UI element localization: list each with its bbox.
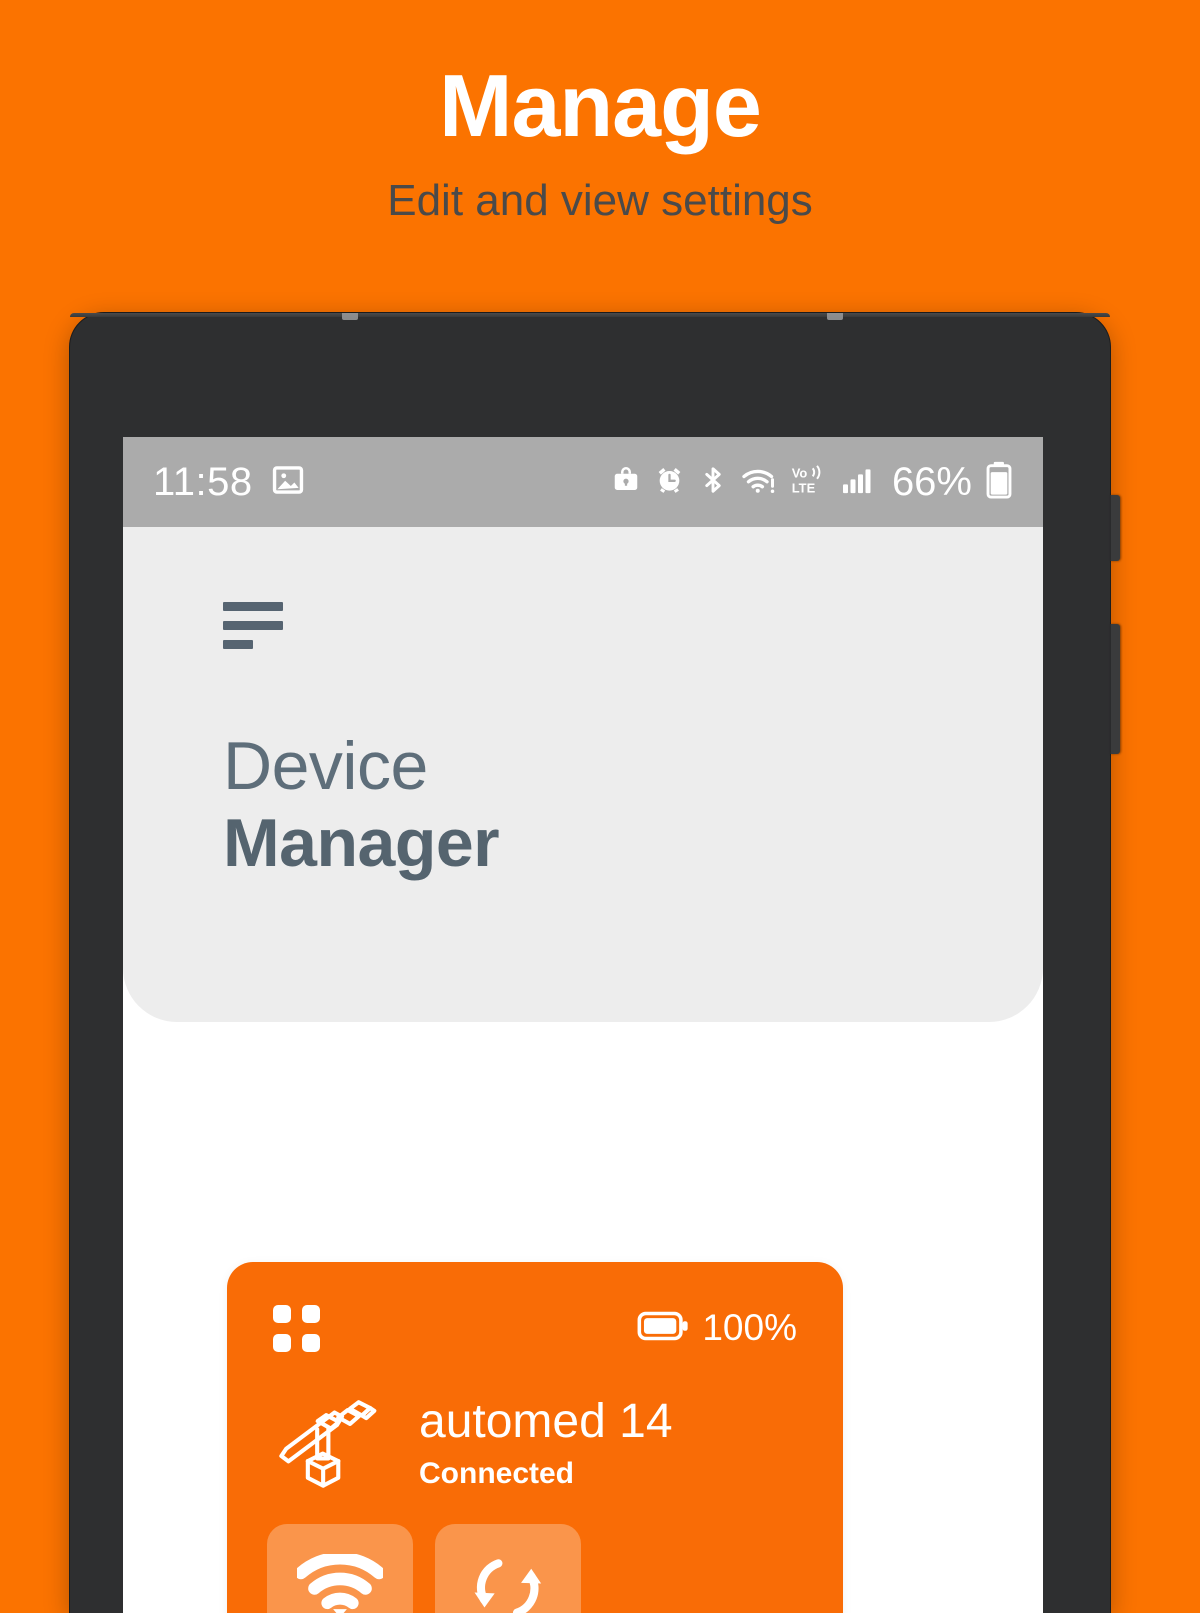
device-connection-status: Connected	[419, 1456, 575, 1490]
device-text-block: automed 14 Connected	[419, 1395, 673, 1490]
battery-icon	[985, 461, 1013, 504]
sync-refresh-icon	[470, 1554, 546, 1613]
antenna-band-left	[342, 313, 358, 320]
volte-icon: Vo LTE	[790, 464, 828, 501]
grid-dot	[302, 1333, 320, 1352]
app-page-title: Device Manager	[223, 728, 500, 882]
svg-text:Vo: Vo	[792, 465, 808, 480]
status-time: 11:58	[153, 459, 253, 504]
screenshot-image-icon	[271, 463, 305, 502]
app-title-line-1: Device	[223, 728, 428, 804]
bluetooth-icon	[698, 465, 728, 500]
page-subtitle: Edit and view settings	[387, 176, 813, 225]
tablet-screen: 11:58 Vo LTE 66% Device Manager 100% aut…	[123, 437, 1043, 1613]
device-name: automed 14	[419, 1395, 673, 1449]
status-bar-right: Vo LTE 66%	[611, 460, 1013, 505]
svg-text:LTE: LTE	[792, 480, 816, 495]
status-bar-left: 11:58	[153, 460, 305, 505]
app-title-line-2: Manager	[223, 805, 500, 882]
tablet-top-edge	[70, 313, 1110, 317]
tablet-device-frame: 11:58 Vo LTE 66% Device Manager 100% aut…	[70, 313, 1120, 1613]
robot-arm-icon	[269, 1386, 387, 1503]
page-title: Manage	[439, 56, 762, 155]
signal-bars-icon	[841, 465, 875, 500]
alarm-clock-icon	[654, 464, 685, 500]
power-button[interactable]	[1110, 624, 1120, 754]
device-battery-status: 100%	[637, 1307, 797, 1349]
device-battery-percent: 100%	[702, 1307, 797, 1348]
wifi-warning-icon	[741, 465, 777, 500]
grid-dots-icon[interactable]	[273, 1304, 320, 1352]
hamburger-menu-icon[interactable]	[223, 602, 285, 650]
device-card-topbar: 100%	[227, 1302, 843, 1354]
status-battery-percent: 66%	[891, 459, 972, 504]
grid-dot	[302, 1304, 320, 1323]
menu-line-1	[223, 602, 283, 611]
device-card[interactable]: 100% automed 14 Connected	[227, 1262, 843, 1613]
antenna-band-right	[827, 313, 843, 320]
battery-full-icon	[637, 1310, 689, 1347]
wifi-icon	[294, 1551, 386, 1613]
grid-dot	[273, 1333, 291, 1352]
app-header-panel: Device Manager	[123, 527, 1043, 1022]
volume-button[interactable]	[1110, 495, 1120, 561]
work-profile-lock-icon	[611, 465, 641, 500]
grid-dot	[273, 1304, 291, 1323]
status-bar: 11:58 Vo LTE 66%	[123, 437, 1043, 527]
device-identity-row: automed 14 Connected	[227, 1384, 843, 1504]
menu-line-2	[223, 621, 283, 630]
menu-line-3	[223, 640, 253, 649]
